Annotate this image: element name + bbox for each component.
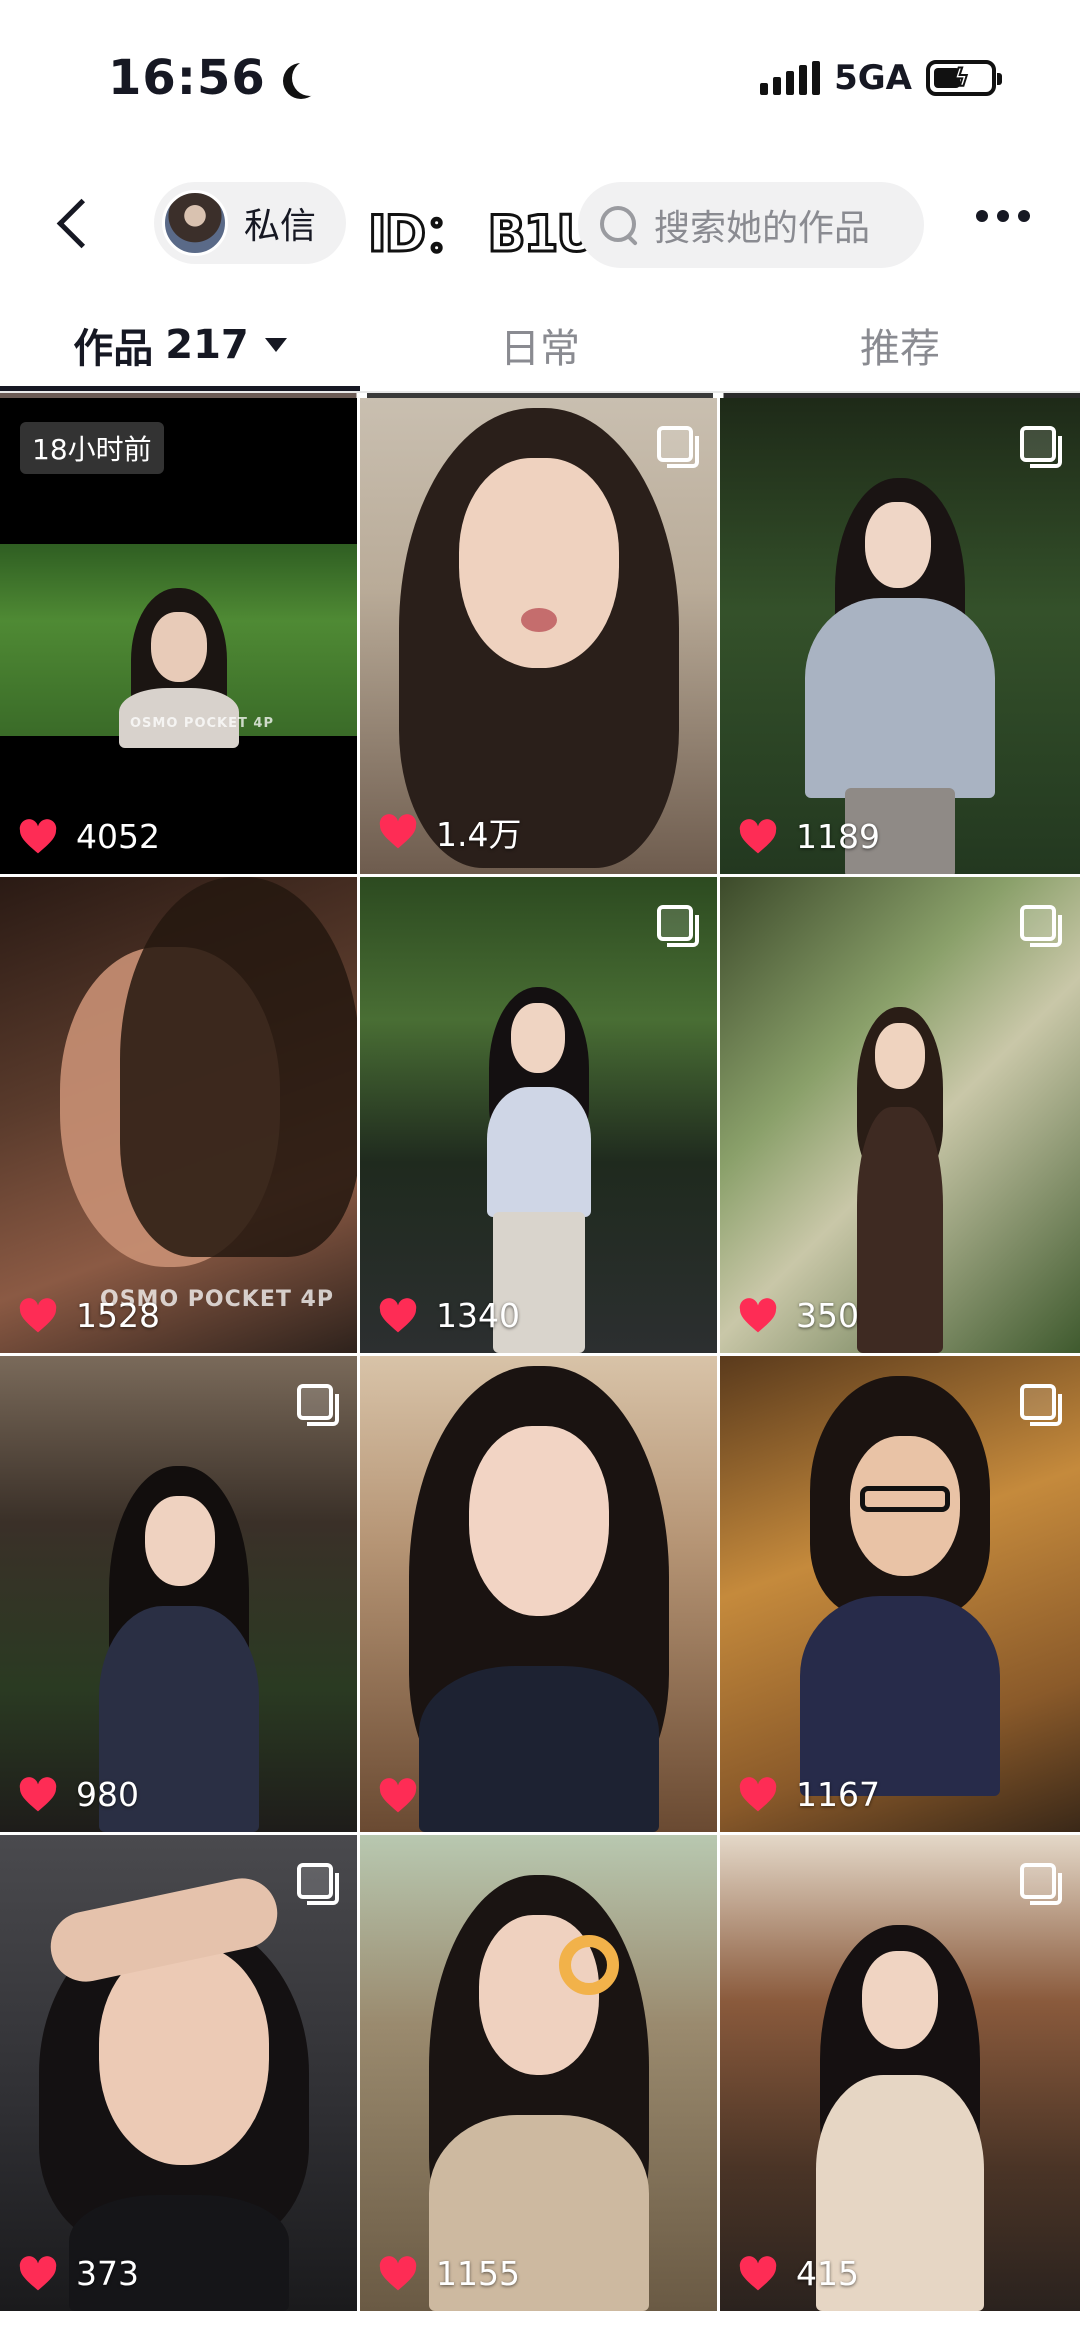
moon-icon <box>292 60 328 96</box>
post-thumbnail[interactable]: 350 <box>720 877 1080 1353</box>
like-count-text: 1155 <box>436 2254 520 2293</box>
like-count: 4052 <box>18 817 160 856</box>
like-count: 1340 <box>378 1296 520 1335</box>
post-thumbnail[interactable]: 1340 <box>360 877 720 1353</box>
status-indicators: 5GA ϟ <box>760 58 1002 98</box>
post-thumbnail[interactable] <box>360 1356 720 1832</box>
tab-works-label: 作品 <box>73 326 154 372</box>
like-count-text: 350 <box>796 1296 859 1335</box>
status-bar: 16:56 5GA ϟ <box>0 0 1080 160</box>
post-thumbnail[interactable]: OSMO POCKET 4P 18小时前 4052 <box>0 398 360 874</box>
post-thumbnail[interactable]: 1155 <box>360 1835 720 2311</box>
multi-image-icon <box>297 1384 339 1426</box>
like-count-text: 4052 <box>76 817 160 856</box>
multi-image-icon <box>1020 1384 1062 1426</box>
search-placeholder: 搜索她的作品 <box>654 208 871 249</box>
multi-image-icon <box>1020 905 1062 947</box>
post-thumbnail[interactable]: 1189 <box>720 398 1080 874</box>
heart-icon <box>738 1297 778 1334</box>
heart-icon <box>18 818 58 855</box>
heart-icon <box>738 2255 778 2292</box>
like-count-text: 415 <box>796 2254 859 2293</box>
like-count: 415 <box>738 2254 859 2293</box>
like-count <box>378 1778 436 1814</box>
post-thumbnail[interactable]: 415 <box>720 1835 1080 2311</box>
more-icon[interactable] <box>976 210 1030 222</box>
signal-icon <box>760 61 821 95</box>
like-count-text: 980 <box>76 1775 139 1814</box>
like-count-text: 1.4万 <box>436 815 522 854</box>
camera-watermark: OSMO POCKET 4P <box>130 716 274 731</box>
post-grid: OSMO POCKET 4P 18小时前 4052 1.4万 1189 OSMO… <box>0 398 1080 2311</box>
like-count: 373 <box>18 2254 139 2293</box>
post-thumbnail[interactable]: 1.4万 <box>360 398 720 874</box>
heart-icon <box>18 2255 58 2292</box>
heart-icon <box>738 818 778 855</box>
heart-icon <box>378 2255 418 2292</box>
tab-works-count: 217 <box>165 322 249 368</box>
like-count: 980 <box>18 1775 139 1814</box>
battery-icon: ϟ <box>926 60 1002 96</box>
multi-image-icon <box>1020 426 1062 468</box>
multi-image-icon <box>657 426 699 468</box>
like-count-text: 1167 <box>796 1775 880 1814</box>
heart-icon <box>738 1776 778 1813</box>
like-count-text: 1528 <box>76 1296 160 1335</box>
post-thumbnail[interactable]: 373 <box>0 1835 360 2311</box>
like-count-text: 373 <box>76 2254 139 2293</box>
tab-daily[interactable]: 日常 <box>360 296 720 394</box>
back-icon[interactable] <box>50 198 100 248</box>
content-tabs: 作品 217 日常 推荐 <box>0 296 1080 394</box>
status-time: 16:56 <box>108 50 314 106</box>
tab-recommended[interactable]: 推荐 <box>720 296 1080 394</box>
search-input[interactable]: 搜索她的作品 <box>578 182 924 268</box>
avatar <box>162 190 228 256</box>
post-thumbnail[interactable]: 980 <box>0 1356 360 1832</box>
profile-header: 私信 ID： B1UE 搜索她的作品 <box>0 168 1080 278</box>
tab-recommended-label: 推荐 <box>860 326 940 372</box>
heart-icon <box>378 1297 418 1334</box>
tab-daily-label: 日常 <box>500 326 580 372</box>
message-label: 私信 <box>244 206 317 247</box>
like-count-text: 1340 <box>436 1296 520 1335</box>
network-label: 5GA <box>834 58 912 98</box>
message-button[interactable]: 私信 <box>154 182 347 264</box>
like-count: 1167 <box>738 1775 880 1814</box>
like-count: 350 <box>738 1296 859 1335</box>
like-count: 1.4万 <box>378 808 521 856</box>
post-thumbnail[interactable]: 1167 <box>720 1356 1080 1832</box>
like-count: 1155 <box>378 2254 520 2293</box>
heart-icon <box>18 1776 58 1813</box>
like-count: 1189 <box>738 817 880 856</box>
tab-works[interactable]: 作品 217 <box>0 296 360 394</box>
like-count-text: 1189 <box>796 817 880 856</box>
multi-image-icon <box>657 905 699 947</box>
search-icon <box>598 204 640 246</box>
caret-down-icon[interactable] <box>264 338 287 352</box>
heart-icon <box>378 814 418 850</box>
heart-icon <box>18 1297 58 1334</box>
heart-icon <box>378 1778 418 1814</box>
post-thumbnail[interactable]: OSMO POCKET 4P 1528 <box>0 877 360 1353</box>
like-count: 1528 <box>18 1296 160 1335</box>
multi-image-icon <box>1020 1863 1062 1905</box>
time-badge: 18小时前 <box>20 422 164 474</box>
clock-text: 16:56 <box>108 50 266 106</box>
multi-image-icon <box>297 1863 339 1905</box>
